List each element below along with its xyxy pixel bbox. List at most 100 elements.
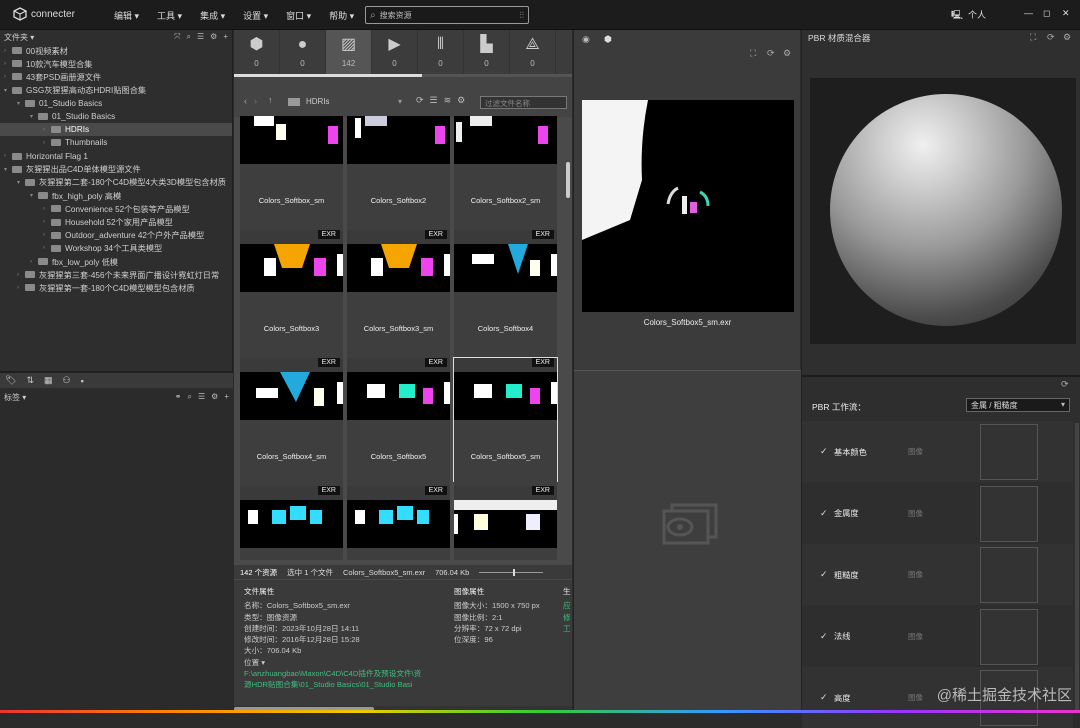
folder-tree-item[interactable]: › Household 52个家用产品模型 (0, 215, 232, 228)
asset-card[interactable]: EXR Colors_Softbox5_sm (453, 357, 558, 495)
gear-icon[interactable]: ⚙ (783, 48, 791, 59)
texture-slot[interactable] (980, 485, 1038, 542)
gear-icon[interactable]: ⚙ (1063, 32, 1071, 43)
workflow-select[interactable]: 金属 / 粗糙度 ▾ (966, 398, 1070, 412)
user-label[interactable]: 个人 (968, 8, 986, 21)
type-filter-material[interactable]: ● 0 (280, 30, 326, 74)
checkmark-icon[interactable]: ✓ (820, 692, 834, 703)
expand-icon[interactable]: ⛶ (750, 48, 756, 59)
expand-arrow-icon[interactable]: › (43, 206, 51, 212)
asset-card[interactable]: EXR (454, 486, 557, 560)
gear-icon[interactable]: ⚙ (211, 392, 218, 402)
search-icon[interactable]: ⌕ (187, 32, 191, 42)
folder-tree-item[interactable]: › Horizontal Flag 1 (0, 150, 232, 163)
type-filter-video[interactable]: ▶ 0 (372, 30, 418, 74)
prop-path-line1[interactable]: F:\anzhuangbao\Maxon\C4D\C4D插件及预设文件\资 (244, 668, 440, 679)
eye-icon[interactable]: ◉ (582, 34, 590, 45)
texture-slot[interactable] (980, 547, 1038, 603)
asset-card[interactable]: EXR Colors_Softbox3 (240, 230, 343, 367)
refresh-icon[interactable]: ⟳ (1061, 379, 1069, 390)
checkmark-icon[interactable]: ✓ (820, 508, 834, 519)
asset-card[interactable]: EXR (347, 486, 450, 560)
folder-tree-item[interactable]: › 灰猩猩第三套-456个未来界面广播设计霓虹灯日常 (0, 268, 232, 281)
comment-icon[interactable]: ▪ (81, 376, 84, 386)
tag-icon[interactable]: 🏷 (5, 375, 16, 386)
folder-tree-item[interactable]: › Outdoor_adventure 42个户外产品模型 (0, 229, 232, 242)
expand-arrow-icon[interactable]: › (43, 245, 51, 251)
menu-tools[interactable]: 工具 ▾ (157, 9, 182, 22)
folder-tree-item[interactable]: ▾ 灰猩猩第二套-180个C4D模型4大类3D模型包含材质 (0, 176, 232, 189)
expand-arrow-icon[interactable]: › (4, 74, 12, 80)
menu-settings[interactable]: 设置 ▾ (243, 9, 268, 22)
sort-arrows-icon[interactable]: ⇅ (26, 375, 34, 386)
pbr-scrollbar[interactable] (1075, 423, 1079, 713)
up-icon[interactable]: ↑ (268, 95, 273, 105)
sort-icon[interactable]: ☰ (198, 392, 205, 402)
asset-card[interactable]: EXR (240, 486, 343, 560)
type-filter-image[interactable]: ▨ 142 (326, 30, 372, 74)
search-input[interactable]: ⌕ 搜索资源 ⫶⫶ (365, 6, 529, 24)
folder-tree-item[interactable]: › Convenience 52个包装等产品模型 (0, 202, 232, 215)
folder-tree-item[interactable]: › HDRIs (0, 123, 232, 137)
expand-arrow-icon[interactable]: ▾ (4, 87, 12, 94)
folder-tree-item[interactable]: › 10款汽车模型合集 (0, 57, 232, 70)
folder-tree-item[interactable]: ▾ fbx_high_poly 高模 (0, 189, 232, 202)
add-icon[interactable]: + (224, 392, 229, 402)
type-filter-audio[interactable]: ⫴ 0 (418, 30, 464, 74)
tags-header-label[interactable]: 标签 ▾ (4, 392, 26, 403)
filter-input[interactable]: 过滤文件名称 (480, 96, 567, 109)
expand-arrow-icon[interactable]: ▾ (4, 166, 12, 173)
type-filter-model[interactable]: ⬢ 0 (234, 30, 280, 74)
search-icon[interactable]: ⌕ (188, 392, 192, 402)
expand-arrow-icon[interactable]: › (43, 127, 51, 133)
add-icon[interactable]: + (223, 32, 228, 42)
expand-arrow-icon[interactable]: › (30, 259, 38, 265)
expand-arrow-icon[interactable]: › (43, 140, 51, 146)
menu-integrate[interactable]: 集成 ▾ (200, 9, 225, 22)
expand-arrow-icon[interactable]: › (17, 285, 25, 291)
expand-arrow-icon[interactable]: › (43, 232, 51, 238)
folder-tree-item[interactable]: ▾ 01_Studio Basics (0, 97, 232, 110)
expand-arrow-icon[interactable]: ▾ (17, 179, 25, 186)
forward-icon[interactable]: › (254, 96, 257, 106)
monitor-icon[interactable]: 🖳 (951, 8, 963, 24)
expand-arrow-icon[interactable]: › (4, 153, 12, 159)
grid-icon[interactable]: ▦ (44, 375, 53, 386)
close-icon[interactable]: ✕ (1062, 8, 1070, 19)
expand-arrow-icon[interactable]: › (43, 219, 51, 225)
checkmark-icon[interactable]: ✓ (820, 569, 834, 580)
material-preview[interactable] (810, 78, 1076, 344)
thumb-size-slider[interactable] (479, 568, 544, 576)
expand-icon[interactable]: ⛶ (1030, 32, 1036, 43)
asset-card[interactable]: Colors_Softbox2 (347, 116, 450, 239)
menu-help[interactable]: 帮助 ▾ (329, 9, 354, 22)
expand-arrow-icon[interactable]: › (17, 272, 25, 278)
folder-tree-item[interactable]: › Workshop 34个工具类模型 (0, 242, 232, 255)
prop-path-line2[interactable]: 源HDR贴图合集\01_Studio Basics\01_Studio Basi (244, 679, 440, 690)
maximize-icon[interactable]: ◻ (1043, 8, 1050, 19)
refresh-icon[interactable]: ⟳ (1047, 32, 1055, 43)
folder-tree-item[interactable]: ▾ 01_Studio Basics (0, 110, 232, 123)
texture-slot[interactable] (980, 424, 1038, 480)
refresh-icon[interactable]: ⟳ (767, 48, 775, 59)
plugin-icon[interactable]: ⚇ (63, 375, 71, 386)
asset-card[interactable]: EXR Colors_Softbox5 (347, 358, 450, 495)
folder-header-label[interactable]: 文件夹 ▾ (4, 32, 34, 43)
checkmark-icon[interactable]: ✓ (820, 446, 834, 457)
back-icon[interactable]: ‹ (244, 96, 247, 106)
filter-sliders-icon[interactable]: ⫶⫶ (519, 10, 524, 21)
expand-arrow-icon[interactable]: › (4, 61, 12, 67)
gear-icon[interactable]: ⚙ (457, 95, 465, 106)
sort-icon[interactable]: ☰ (197, 32, 204, 42)
asset-card[interactable]: Colors_Softbox_sm (240, 116, 343, 239)
minimize-icon[interactable]: — (1024, 8, 1033, 18)
asset-card[interactable]: EXR Colors_Softbox4 (454, 230, 557, 367)
folder-tree-item[interactable]: ▾ 灰猩猩出品C4D单体模型源文件 (0, 163, 232, 176)
texture-slot[interactable] (980, 608, 1038, 665)
expand-arrow-icon[interactable]: ▾ (30, 113, 38, 120)
asset-card[interactable]: EXR Colors_Softbox3_sm (347, 230, 450, 367)
folder-tree-item[interactable]: › 00视频素材 (0, 44, 232, 57)
path-dropdown[interactable]: HDRIs ▾ (306, 97, 404, 108)
asset-card[interactable]: Colors_Softbox2_sm (454, 116, 557, 239)
prop-location[interactable]: 位置 ▾ (244, 657, 440, 668)
